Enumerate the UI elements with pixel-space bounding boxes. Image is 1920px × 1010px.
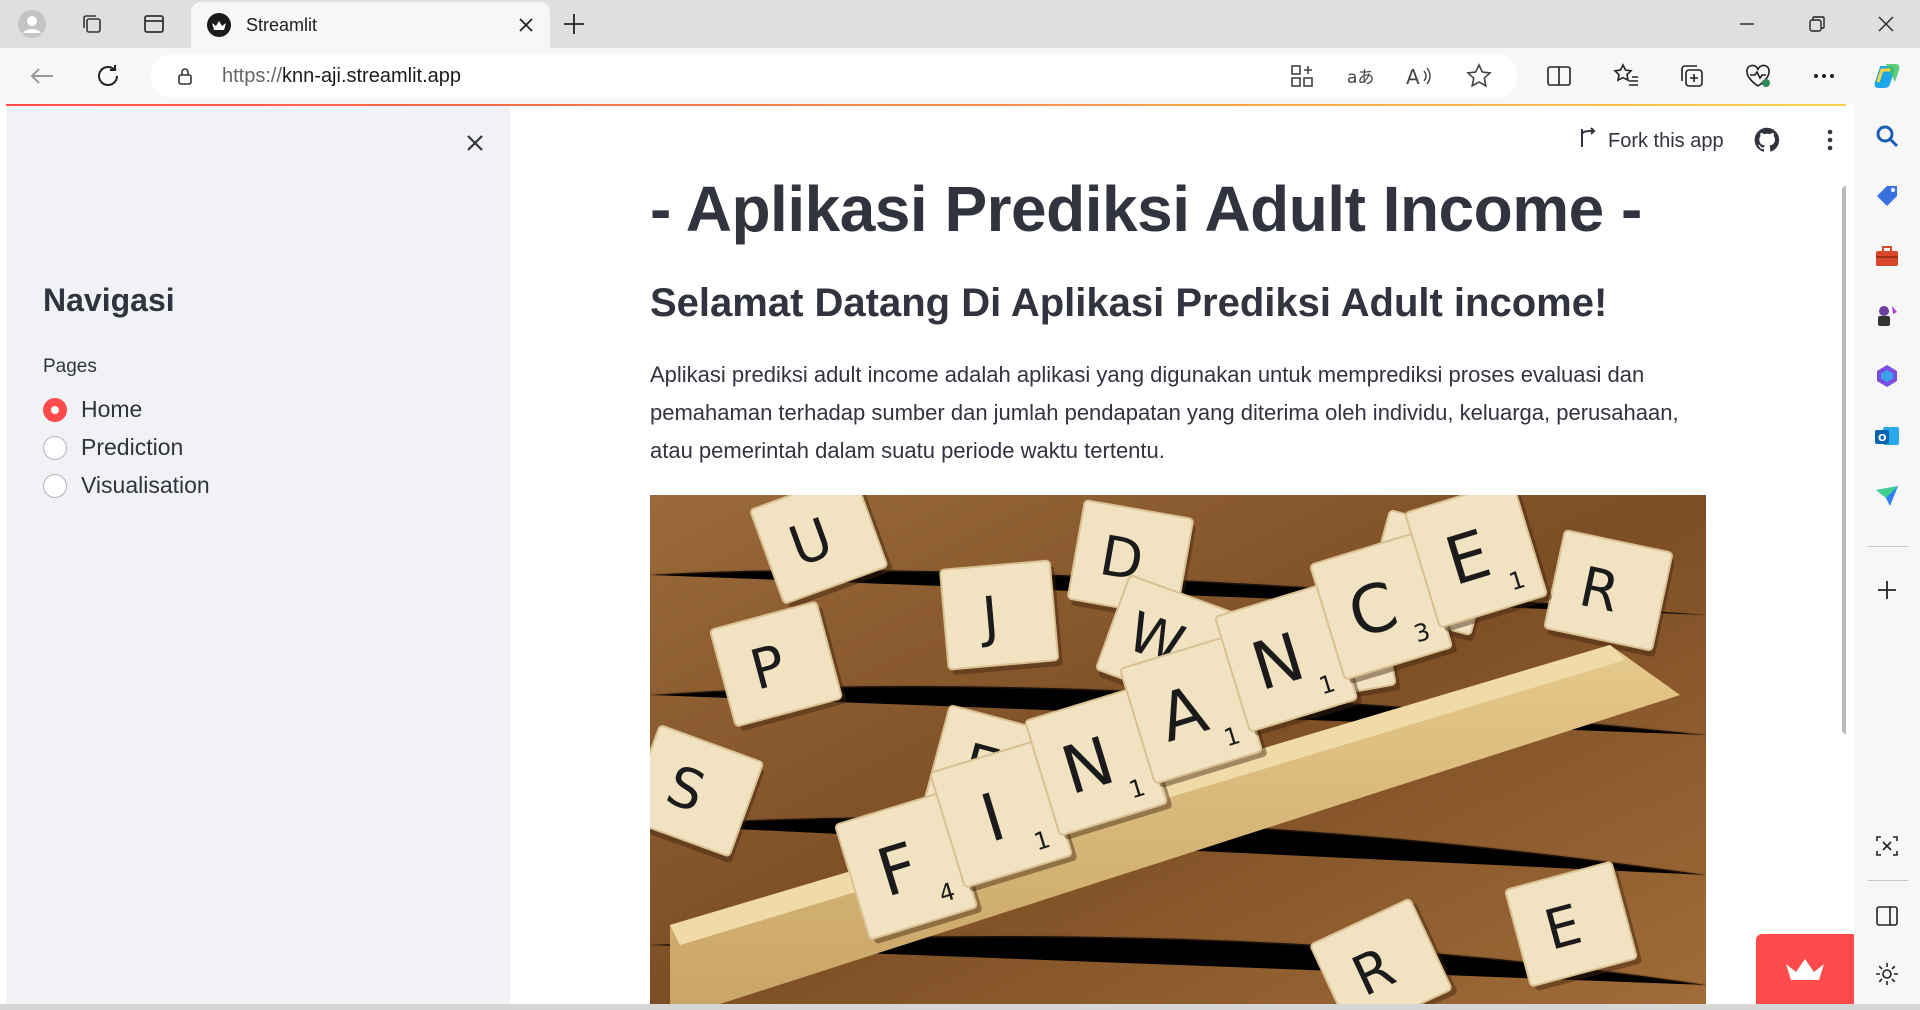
page-subtitle: Selamat Datang Di Aplikasi Prediksi Adul…: [650, 281, 1608, 325]
back-icon[interactable]: [27, 61, 57, 91]
svg-text:aあ: aあ: [1347, 68, 1374, 88]
lock-icon[interactable]: [174, 65, 196, 87]
fork-app-button[interactable]: Fork this app: [1576, 126, 1724, 156]
radio-label: Home: [81, 396, 143, 422]
workspaces-icon[interactable]: [76, 8, 108, 40]
search-icon[interactable]: [1873, 122, 1901, 150]
new-tab-icon[interactable]: [560, 10, 592, 38]
fork-icon: [1576, 126, 1598, 156]
app-available-icon[interactable]: [1287, 61, 1317, 91]
radio-unselected-icon[interactable]: [43, 473, 67, 498]
vertical-tabs-icon[interactable]: [138, 8, 170, 40]
profile-icon[interactable]: [16, 8, 48, 40]
collections-icon[interactable]: [1677, 61, 1707, 91]
finance-scrabble-image: UDQRJWPPSEER F4I1N1A1N1C3E1: [650, 495, 1706, 1004]
radio-option-visualisation[interactable]: Visualisation: [43, 472, 210, 499]
sidebar-divider: [1868, 880, 1908, 881]
close-sidebar-icon[interactable]: [460, 128, 490, 158]
radio-selected-icon[interactable]: [43, 397, 67, 422]
streamlit-deploy-badge[interactable]: [1756, 934, 1854, 1004]
address-bar[interactable]: https://knn-aji.streamlit.app aあ A: [150, 54, 1517, 98]
main-content: Fork this app - Aplikasi Prediksi Adult …: [510, 106, 1846, 1004]
scrollbar[interactable]: [1842, 186, 1846, 734]
radio-label: Prediction: [81, 434, 184, 460]
shopping-tag-icon[interactable]: [1873, 182, 1901, 210]
settings-gear-icon[interactable]: [1873, 960, 1901, 988]
refresh-icon[interactable]: [93, 61, 123, 91]
outlook-icon[interactable]: O: [1873, 422, 1901, 450]
main-menu-icon[interactable]: [1817, 126, 1843, 154]
description-paragraph: Aplikasi prediksi adult income adalah ap…: [650, 362, 1679, 463]
browser-toolbar: https://knn-aji.streamlit.app aあ A: [0, 48, 1920, 104]
radio-unselected-icon[interactable]: [43, 435, 67, 460]
browser-essentials-icon[interactable]: [1743, 61, 1773, 91]
games-icon[interactable]: [1873, 302, 1901, 330]
radio-option-prediction[interactable]: Prediction: [43, 434, 183, 461]
sidebar-divider: [1868, 546, 1908, 547]
url-host: knn-aji.streamlit.app: [282, 65, 461, 87]
favorite-star-icon[interactable]: [1464, 61, 1494, 91]
page-title: - Aplikasi Prediksi Adult Income -: [650, 173, 1642, 245]
sidebar-title: Navigasi: [43, 282, 175, 318]
sidebar-toggle-icon[interactable]: [1873, 902, 1901, 930]
svg-text:O: O: [1878, 433, 1887, 444]
drop-send-icon[interactable]: [1873, 482, 1901, 510]
read-aloud-icon[interactable]: A: [1404, 61, 1434, 91]
svg-text:A: A: [1406, 65, 1420, 89]
tools-icon[interactable]: [1873, 242, 1901, 270]
tab-title: Streamlit: [246, 15, 318, 35]
minimize-icon[interactable]: [1735, 12, 1759, 36]
pages-label: Pages: [43, 356, 97, 377]
finance-image-drawing: UDQRJWPPSEER F4I1N1A1N1C3E1: [650, 495, 1706, 1004]
split-screen-icon[interactable]: [1544, 61, 1574, 91]
radio-option-home[interactable]: Home: [43, 396, 142, 423]
active-tab[interactable]: Streamlit: [191, 2, 550, 48]
close-icon[interactable]: [516, 15, 536, 35]
streamlit-favicon: [207, 13, 231, 37]
copilot-icon[interactable]: [1872, 60, 1904, 92]
fork-label: Fork this app: [1608, 129, 1724, 152]
browser-tab-bar: Streamlit: [0, 0, 1920, 48]
window-bottom-edge: [0, 1004, 1920, 1010]
url-text[interactable]: https://knn-aji.streamlit.app: [222, 65, 461, 88]
url-scheme: https://: [222, 65, 283, 87]
translate-icon[interactable]: aあ: [1345, 61, 1375, 91]
add-icon[interactable]: [1873, 576, 1901, 604]
close-window-icon[interactable]: [1874, 12, 1898, 36]
scattered-tile: J: [939, 559, 1063, 675]
github-icon[interactable]: [1753, 126, 1781, 154]
edge-sidebar: O: [1854, 104, 1920, 1010]
restore-icon[interactable]: [1805, 12, 1829, 36]
favorites-icon[interactable]: [1611, 61, 1641, 91]
more-icon[interactable]: [1809, 61, 1839, 91]
screenshot-icon[interactable]: [1873, 832, 1901, 860]
radio-label: Visualisation: [81, 472, 210, 498]
sidebar: Navigasi Pages Home Prediction Visualisa…: [6, 106, 510, 1004]
microsoft-365-icon[interactable]: [1873, 362, 1901, 390]
